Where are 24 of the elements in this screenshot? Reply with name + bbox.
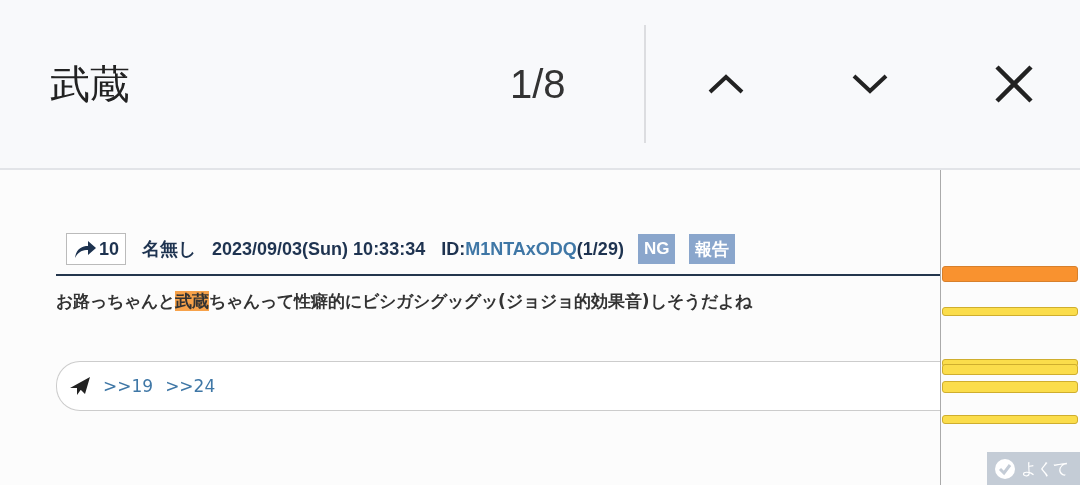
send-icon <box>69 376 91 396</box>
post-body: お路っちゃんと武蔵ちゃんって性癖的にビシガシグッグッ(ジョジョ的効果音)しそうだよね <box>56 290 753 313</box>
id-label: ID: <box>441 238 466 260</box>
reply-link[interactable]: >>24 <box>165 376 216 396</box>
post-date: 2023/09/03(Sun) 10:33:34 <box>212 238 426 260</box>
search-field[interactable]: 武蔵 <box>50 56 510 112</box>
scroll-match-marker[interactable] <box>942 415 1078 424</box>
poster-id-link[interactable]: M1NTAxODQ <box>465 238 577 260</box>
close-icon <box>994 64 1034 104</box>
scroll-match-marker[interactable] <box>942 307 1078 316</box>
match-count: 1/8 <box>510 61 567 107</box>
share-button[interactable]: 10 <box>66 233 127 265</box>
poster-name: 名無し <box>142 238 197 261</box>
ng-button[interactable]: NG <box>637 234 676 264</box>
report-button[interactable]: 報告 <box>689 234 736 264</box>
check-circle-icon <box>995 459 1015 479</box>
chevron-up-icon <box>706 72 746 96</box>
share-arrow-icon <box>73 239 97 259</box>
scroll-match-marker[interactable] <box>942 364 1078 375</box>
reply-link[interactable]: >>19 <box>103 376 154 396</box>
scroll-match-marker[interactable] <box>942 266 1078 282</box>
id-post-count: (1/29) <box>576 238 624 260</box>
scroll-match-marker[interactable] <box>942 381 1078 393</box>
chevron-down-icon <box>850 72 890 96</box>
